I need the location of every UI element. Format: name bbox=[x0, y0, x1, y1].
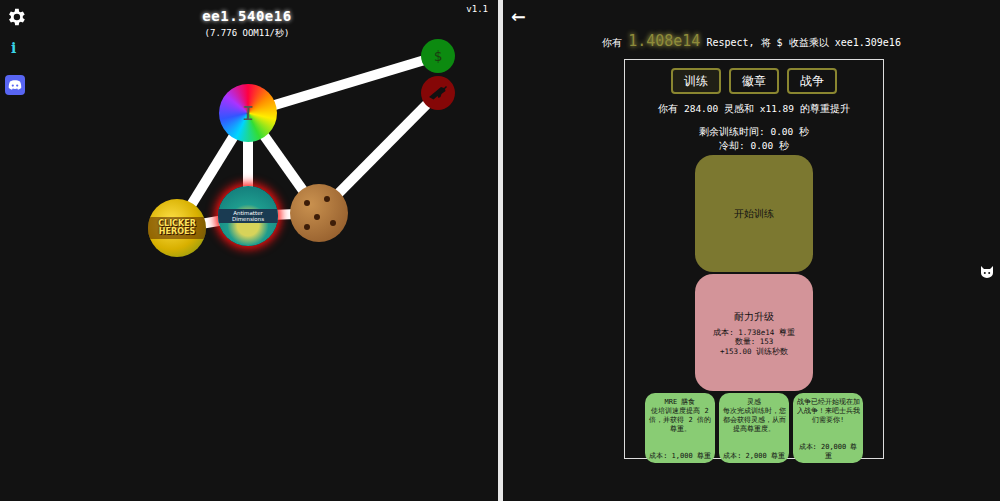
game-node[interactable] bbox=[421, 76, 455, 110]
node-label: CLICKER HEROES bbox=[148, 217, 206, 239]
game-node[interactable] bbox=[290, 184, 348, 242]
node-label: Antimatter Dimensions bbox=[218, 209, 278, 223]
stamina-cost: 成本: 1.738e14 尊重 bbox=[713, 328, 795, 338]
upgrade-cost: 成本: 2,000 尊重 bbox=[722, 452, 786, 461]
upgrade-desc: 战争已经开始现在加入战争！来吧士兵我们需要你! bbox=[796, 398, 860, 424]
header-suffix: Respect, 将 $ 收益乘以 xee1.309e16 bbox=[706, 37, 901, 48]
chocolate-chip bbox=[304, 200, 310, 206]
info-button[interactable]: i bbox=[11, 38, 16, 59]
upgrade-title: 灵感 bbox=[722, 398, 786, 407]
respect-header: 你有 1.408e14 Respect, 将 $ 收益乘以 xee1.309e1… bbox=[503, 0, 1000, 53]
start-training-button[interactable]: 开始训练 bbox=[695, 155, 813, 272]
header-prefix: 你有 bbox=[602, 37, 622, 48]
gun-icon bbox=[426, 81, 450, 106]
game-node[interactable]: I bbox=[219, 84, 277, 142]
version-text: v1.1 bbox=[466, 3, 488, 17]
score-header: ee1.540e16(7.776 OOM11/秒) bbox=[147, 6, 347, 41]
node-label: I bbox=[242, 98, 254, 128]
chocolate-chip bbox=[330, 220, 336, 226]
score-text: ee1.540e16 bbox=[147, 6, 347, 27]
gear-icon[interactable] bbox=[5, 4, 27, 28]
discord-icon[interactable] bbox=[5, 72, 25, 96]
stamina-effect: +153.00 训练秒数 bbox=[720, 347, 788, 357]
rate-text: (7.776 OOM11/秒) bbox=[147, 27, 347, 41]
start-label: 开始训练 bbox=[734, 206, 774, 221]
game-node[interactable]: $ bbox=[421, 39, 455, 73]
upgrade-cost: 成本: 20,000 尊重 bbox=[796, 443, 860, 461]
chocolate-chip bbox=[304, 224, 310, 230]
boost-text: 你有 284.00 灵感和 x11.89 的尊重提升 bbox=[658, 102, 850, 116]
github-cat-icon[interactable] bbox=[979, 259, 995, 283]
upgrade-row: MRE 膳食使培训速度提高 2 倍，并获得 2 倍的尊重。成本: 1,000 尊… bbox=[645, 393, 863, 463]
upgrade-body: MRE 膳食使培训速度提高 2 倍，并获得 2 倍的尊重。 bbox=[648, 398, 712, 433]
upgrade-title: MRE 膳食 bbox=[648, 398, 712, 407]
upgrade-card[interactable]: 战争已经开始现在加入战争！来吧士兵我们需要你! 成本: 20,000 尊重 bbox=[793, 393, 863, 463]
upgrade-cost: 成本: 1,000 尊重 bbox=[648, 452, 712, 461]
cooldown-text: 冷却: 0.00 秒 bbox=[719, 139, 789, 153]
connection-lines bbox=[0, 0, 498, 501]
upgrade-body: 战争已经开始现在加入战争！来吧士兵我们需要你! bbox=[796, 398, 860, 424]
game-node[interactable]: Antimatter Dimensions bbox=[218, 186, 278, 246]
stamina-upgrade-button[interactable]: 耐力升级成本: 1.738e14 尊重数量: 153+153.00 训练秒数 bbox=[695, 274, 813, 391]
upgrade-desc: 使培训速度提高 2 倍，并获得 2 倍的尊重。 bbox=[648, 407, 712, 433]
chocolate-chip bbox=[324, 196, 330, 202]
node-label: $ bbox=[434, 46, 442, 67]
connection-line bbox=[248, 56, 438, 113]
upgrade-body: 灵感每次完成训练时，您都会获得灵感，从而提高尊重度。 bbox=[722, 398, 786, 433]
remaining-time: 剩余训练时间: 0.00 秒 bbox=[699, 125, 809, 139]
game-node[interactable]: CLICKER HEROES bbox=[148, 199, 206, 257]
chocolate-chip bbox=[314, 214, 320, 220]
tab[interactable]: 战争 bbox=[787, 68, 837, 94]
tab[interactable]: 徽章 bbox=[729, 68, 779, 94]
training-panel: 训练徽章战争你有 284.00 灵感和 x11.89 的尊重提升剩余训练时间: … bbox=[624, 59, 884, 459]
upgrade-card[interactable]: 灵感每次完成训练时，您都会获得灵感，从而提高尊重度。成本: 2,000 尊重 bbox=[719, 393, 789, 463]
stamina-count: 数量: 153 bbox=[735, 337, 774, 347]
upgrade-desc: 每次完成训练时，您都会获得灵感，从而提高尊重度。 bbox=[722, 407, 786, 433]
upgrade-card[interactable]: MRE 膳食使培训速度提高 2 倍，并获得 2 倍的尊重。成本: 1,000 尊… bbox=[645, 393, 715, 463]
tab-bar: 训练徽章战争 bbox=[671, 68, 837, 94]
tab[interactable]: 训练 bbox=[671, 68, 721, 94]
respect-amount: 1.408e14 bbox=[628, 32, 700, 50]
back-button[interactable]: ← bbox=[511, 4, 525, 28]
stamina-title: 耐力升级 bbox=[734, 309, 774, 324]
